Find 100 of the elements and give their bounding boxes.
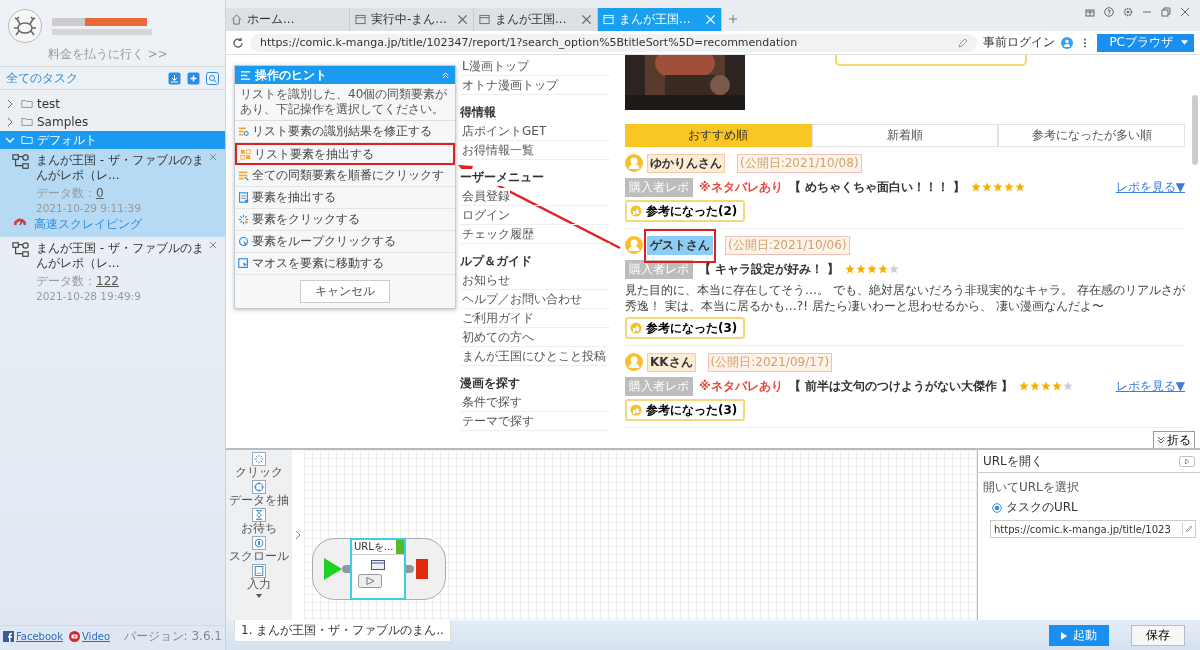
hint-option[interactable]: マオスを要素に移動する	[235, 253, 455, 275]
settings-icon[interactable]	[1123, 7, 1133, 17]
nav-link[interactable]: ご利用ガイド	[462, 309, 534, 327]
play-button-icon[interactable]	[1179, 455, 1195, 467]
play-button-icon[interactable]	[358, 574, 382, 588]
nav-link[interactable]: ヘルプ／お問い合わせ	[462, 290, 582, 308]
helpful-button[interactable]: 参考になった(3)	[625, 317, 746, 339]
expand-icon[interactable]	[294, 529, 302, 541]
new-tab-icon[interactable]	[728, 14, 738, 24]
browser-tab[interactable]: ホーム...	[226, 8, 350, 31]
data-count: データ数：0	[36, 185, 104, 202]
panel-title: URLを開く	[983, 452, 1043, 470]
reviewer-name[interactable]: KKさん	[647, 352, 696, 372]
close-icon[interactable]	[457, 14, 468, 25]
footer-link[interactable]: Video	[82, 630, 111, 642]
nav-link[interactable]: 店ポイントGET	[462, 122, 547, 140]
caret-icon[interactable]	[1181, 40, 1188, 45]
add-icon[interactable]	[187, 71, 200, 85]
review-title: 【 キャラ設定が好み！ 】	[699, 260, 840, 278]
task-item[interactable]: まんが王国 - ザ・ファブルのまんがレポ（レ... データ数：122 2021-10-28 19:49:9	[0, 237, 225, 306]
close-icon[interactable]	[581, 14, 592, 25]
tool-button[interactable]: スクロール	[229, 536, 289, 564]
hint-option[interactable]: リスト要素を抽出する	[235, 143, 455, 165]
help-icon[interactable]	[1104, 7, 1114, 17]
read-more-link[interactable]: レポを見る▼	[1115, 377, 1185, 395]
hourglass-icon	[252, 508, 266, 522]
nav-link[interactable]: お知らせ	[462, 271, 510, 289]
hint-option[interactable]: 要素をクリックする	[235, 209, 455, 231]
star-icon	[993, 182, 1004, 192]
tool-button[interactable]: 入力	[247, 564, 271, 592]
restore-icon[interactable]	[1161, 7, 1171, 17]
close-icon[interactable]	[1180, 7, 1190, 17]
spoiler-label: ※ネタバレあり	[699, 178, 783, 196]
reviewer-name[interactable]: ゆかりんさん	[647, 153, 725, 173]
nav-link[interactable]: まんが王国にひとこと投稿	[462, 347, 606, 365]
close-icon[interactable]	[209, 241, 217, 249]
tool-button[interactable]: データを抽	[229, 480, 289, 508]
browser-icon	[371, 560, 385, 570]
nav-link[interactable]: お得情報一覧	[462, 141, 534, 159]
avatar-icon[interactable]	[8, 9, 42, 43]
nav-link[interactable]: チェック履歴	[462, 225, 534, 243]
nav-link[interactable]: 条件で探す	[462, 393, 522, 411]
nav-link[interactable]: テーマで探す	[462, 412, 534, 430]
folder-item[interactable]: test	[0, 95, 225, 113]
nav-link[interactable]: ログイン	[462, 206, 510, 224]
read-more-link[interactable]: レポを見る▼	[1115, 178, 1185, 196]
hint-option[interactable]: 全ての同類要素を順番にクリックす	[235, 165, 455, 187]
scrollbar[interactable]	[1192, 95, 1198, 165]
task-date: 2021-10-28 19:49:9	[36, 290, 141, 302]
helpful-button[interactable]: 参考になった(3)	[625, 399, 746, 421]
pre-login-link[interactable]: 事前ログイン	[983, 34, 1056, 51]
caret-down-icon[interactable]	[255, 593, 263, 599]
gift-icon[interactable]	[1085, 7, 1095, 17]
nav-link[interactable]: 初めての方へ	[462, 328, 534, 346]
close-icon[interactable]	[209, 153, 217, 161]
search-icon[interactable]	[206, 71, 219, 85]
hint-option[interactable]: 要素を抽出する	[235, 187, 455, 209]
hint-option[interactable]: リスト要素の識別結果を修正する	[235, 121, 455, 143]
helpful-button[interactable]: 参考になった(2)	[625, 200, 746, 222]
star-icon	[845, 264, 856, 274]
browser-tab[interactable]: 実行中-まん...	[350, 8, 474, 31]
data-count: データ数：122	[36, 273, 119, 290]
save-button[interactable]: 保存	[1131, 625, 1185, 646]
click-icon	[252, 452, 266, 466]
cancel-button[interactable]: キャンセル	[300, 280, 390, 303]
nav-link[interactable]: 会員登録	[462, 187, 510, 205]
facebook-icon[interactable]	[3, 630, 14, 642]
url-radio[interactable]: タスクのURL	[978, 498, 1200, 517]
radio-icon[interactable]	[992, 502, 1002, 513]
reviewer-name[interactable]: ゲストさん	[647, 235, 713, 255]
tool-button[interactable]: クリック	[235, 452, 283, 480]
hint-option[interactable]: 要素をループクリックする	[235, 231, 455, 253]
collapse-icon[interactable]	[441, 70, 450, 80]
gauge-icon	[14, 216, 26, 226]
menu-icon	[240, 69, 251, 81]
user-icon[interactable]	[1061, 36, 1074, 49]
thumbs-up-icon	[630, 404, 642, 416]
pencil-icon[interactable]	[1182, 523, 1195, 535]
sort-tab[interactable]: 新着順	[811, 124, 999, 147]
url-field[interactable]: https://comic.k-manga.jp/title/1023	[990, 520, 1196, 538]
open-url-node[interactable]: URLを...	[350, 538, 406, 600]
collapse-button[interactable]: 折る	[1153, 431, 1195, 448]
task-tab[interactable]: 1. まんが王国・ザ・ファブルのまん..	[234, 620, 451, 642]
browser-tab[interactable]: まんが王国...	[474, 8, 598, 31]
footer-link[interactable]: Facebook	[16, 630, 63, 642]
thumbs-up-icon	[630, 322, 642, 334]
nav-heading: ルプ＆ガイド	[460, 252, 532, 270]
play-icon[interactable]	[69, 630, 80, 642]
sort-tab[interactable]: おすすめ順	[625, 124, 812, 147]
refresh-icon[interactable]	[232, 36, 244, 49]
nav-link[interactable]: L漫画トップ	[462, 57, 529, 75]
address-field[interactable]: https://comic.k-manga.jp/title/102347/report/1?search_option%5BtitleSort%5D=recommendation	[250, 33, 978, 52]
task-item[interactable]: まんが王国 - ザ・ファブルのまんがレポ（レ... データ数：0 2021-10-29 9:11:39 高速スクレイピング	[0, 149, 225, 237]
import-icon[interactable]	[168, 71, 181, 85]
chevron-down-icon[interactable]	[5, 135, 17, 145]
folder-item[interactable]: Samples	[0, 113, 225, 131]
nav-link[interactable]: オトナ漫画トップ	[462, 76, 558, 94]
tool-button[interactable]: お待ち	[241, 508, 277, 536]
sort-tab[interactable]: 参考になったが多い順	[998, 124, 1185, 147]
pencil-icon[interactable]	[957, 36, 970, 49]
